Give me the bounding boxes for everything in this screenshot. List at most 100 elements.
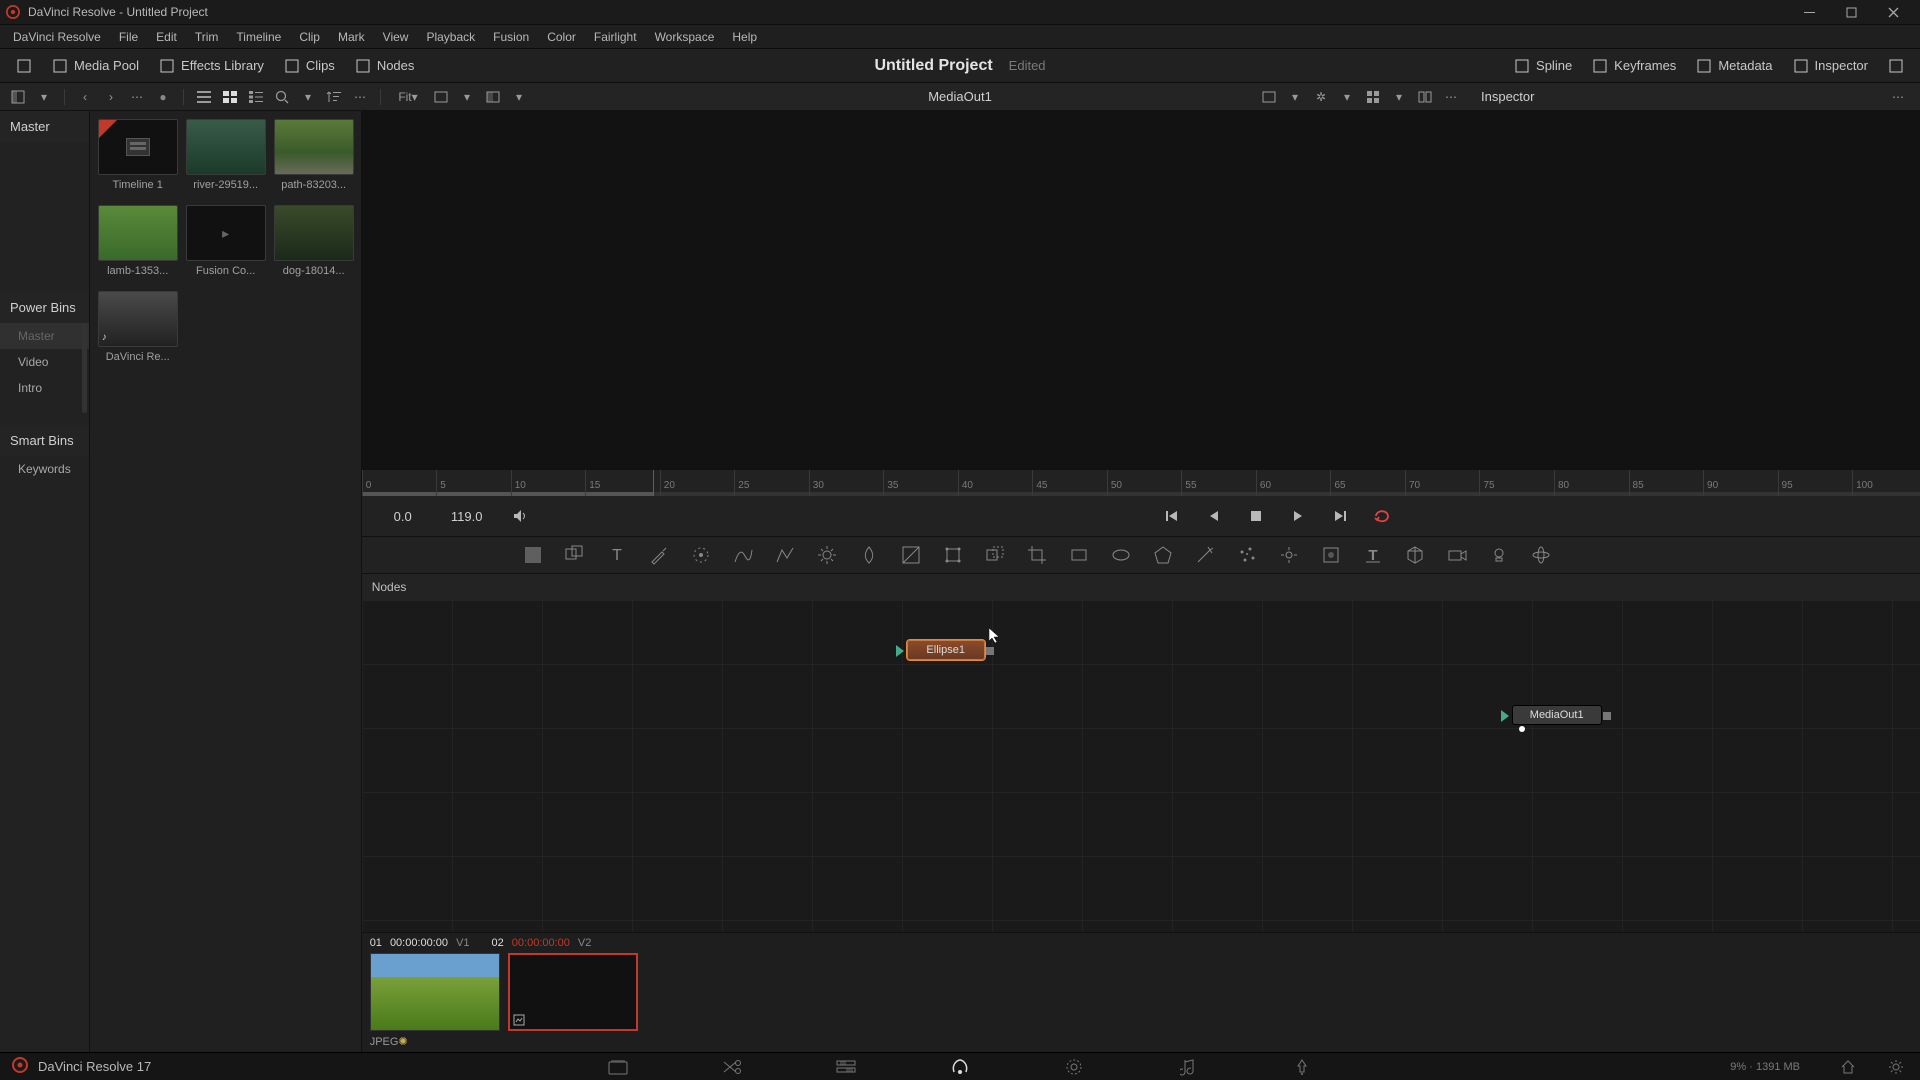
media-item[interactable]: dog-18014...: [274, 205, 354, 283]
media-item[interactable]: lamb-1353...: [98, 205, 178, 283]
menu-davinci-resolve[interactable]: DaVinci Resolve: [4, 25, 110, 49]
media-thumb[interactable]: [186, 119, 266, 175]
metadata-tab[interactable]: Metadata: [1686, 49, 1782, 83]
tool-blur-icon[interactable]: [858, 544, 880, 566]
search-icon[interactable]: [272, 87, 292, 107]
tool-colorcorrect-icon[interactable]: [900, 544, 922, 566]
tool-camera3d-icon[interactable]: [1446, 544, 1468, 566]
tool-polyline-icon[interactable]: [774, 544, 796, 566]
page-tab-media[interactable]: [606, 1055, 630, 1079]
tool-polygon-icon[interactable]: [1152, 544, 1174, 566]
range-in-value[interactable]: 0.0: [380, 509, 426, 524]
window-maximize-button[interactable]: [1830, 0, 1872, 25]
page-tab-color[interactable]: [1062, 1055, 1086, 1079]
spline-tab[interactable]: Spline: [1504, 49, 1582, 83]
bin-item[interactable]: Intro: [0, 375, 89, 401]
home-icon[interactable]: [1836, 1055, 1860, 1079]
panel-layout-icon[interactable]: [8, 87, 28, 107]
filter-caret-icon[interactable]: ▾: [298, 87, 318, 107]
media-thumb[interactable]: [98, 205, 178, 261]
nodes-tab[interactable]: Nodes: [345, 49, 425, 83]
viewer-split-icon[interactable]: [1415, 87, 1435, 107]
view-grid-icon[interactable]: [220, 87, 240, 107]
play-icon[interactable]: [1286, 504, 1310, 528]
tool-merge-icon[interactable]: [564, 544, 586, 566]
fit-dropdown[interactable]: Fit▾: [391, 87, 425, 107]
menu-color[interactable]: Color: [538, 25, 585, 49]
layout-b-caret[interactable]: ▾: [509, 87, 529, 107]
keyframes-tab[interactable]: Keyframes: [1582, 49, 1686, 83]
nav-forward-button[interactable]: ›: [101, 87, 121, 107]
tool-renderer3d-icon[interactable]: [1530, 544, 1552, 566]
page-tab-edit[interactable]: [834, 1055, 858, 1079]
tool-text3d-icon[interactable]: T: [1362, 544, 1384, 566]
expand-icon-tab[interactable]: [1878, 49, 1914, 83]
timeline-ruler[interactable]: 0510152025303540455055606570758085909510…: [362, 470, 1920, 496]
goto-end-icon[interactable]: [1328, 504, 1352, 528]
window-close-button[interactable]: [1872, 0, 1914, 25]
viewer-gear-icon[interactable]: ✲: [1311, 87, 1331, 107]
more-dots-icon[interactable]: ⋯: [350, 87, 370, 107]
page-tab-fusion[interactable]: [948, 1055, 972, 1079]
media-item[interactable]: ♪DaVinci Re...: [98, 291, 178, 369]
monitor-icon-tab[interactable]: [6, 49, 42, 83]
inspector-tab[interactable]: Inspector: [1783, 49, 1878, 83]
media-thumb[interactable]: ♪: [98, 291, 178, 347]
tool-ellipse-icon[interactable]: [1110, 544, 1132, 566]
tool-tracker-icon[interactable]: [690, 544, 712, 566]
viewer-opts-a-caret[interactable]: ▾: [1285, 87, 1305, 107]
tool-shape3d-icon[interactable]: [1404, 544, 1426, 566]
node-ellipse[interactable]: Ellipse1: [907, 640, 985, 660]
tool-text-icon[interactable]: T: [606, 544, 628, 566]
viewer-opts-a-icon[interactable]: [1259, 87, 1279, 107]
page-tab-cut[interactable]: [720, 1055, 744, 1079]
view-list-icon[interactable]: [194, 87, 214, 107]
node-graph-canvas[interactable]: Ellipse1 MediaOut1: [362, 600, 1920, 932]
media-thumb[interactable]: ▸: [186, 205, 266, 261]
page-tab-deliver[interactable]: [1290, 1055, 1314, 1079]
viewer-more-icon[interactable]: ⋯: [1441, 87, 1461, 107]
smart-bins-header[interactable]: Smart Bins: [0, 425, 89, 456]
menu-workspace[interactable]: Workspace: [646, 25, 724, 49]
media-item[interactable]: Timeline 1: [98, 119, 178, 197]
menu-playback[interactable]: Playback: [417, 25, 484, 49]
bin-item[interactable]: Keywords: [0, 456, 89, 482]
record-dot-icon[interactable]: ●: [153, 87, 173, 107]
menu-fusion[interactable]: Fusion: [484, 25, 538, 49]
viewer-grid-icon[interactable]: [1363, 87, 1383, 107]
tool-crop-icon[interactable]: [1026, 544, 1048, 566]
tool-brightness-icon[interactable]: [816, 544, 838, 566]
tool-rectangle-icon[interactable]: [1068, 544, 1090, 566]
tool-particles-icon[interactable]: [1236, 544, 1258, 566]
playhead[interactable]: [653, 470, 654, 496]
menu-edit[interactable]: Edit: [147, 25, 186, 49]
window-minimize-button[interactable]: [1788, 0, 1830, 25]
tool-background-icon[interactable]: [522, 544, 544, 566]
node-input-port[interactable]: [896, 645, 904, 657]
tool-light3d-icon[interactable]: [1488, 544, 1510, 566]
tool-transform-icon[interactable]: [942, 544, 964, 566]
nav-back-button[interactable]: ‹: [75, 87, 95, 107]
viewer-grid-caret[interactable]: ▾: [1389, 87, 1409, 107]
viewer-gear-caret[interactable]: ▾: [1337, 87, 1357, 107]
tool-resize-icon[interactable]: [984, 544, 1006, 566]
effects-library-tab[interactable]: Effects Library: [149, 49, 274, 83]
clips-tab[interactable]: Clips: [274, 49, 345, 83]
menu-clip[interactable]: Clip: [290, 25, 329, 49]
node-view-dot[interactable]: [1519, 726, 1525, 732]
loop-icon[interactable]: [1370, 504, 1394, 528]
node-output-port[interactable]: [986, 647, 994, 655]
tool-wand-icon[interactable]: [1194, 544, 1216, 566]
clip-thumb[interactable]: [508, 953, 638, 1031]
tool-prender-icon[interactable]: [1320, 544, 1342, 566]
bin-item[interactable]: Master: [0, 323, 89, 349]
sort-icon[interactable]: [324, 87, 344, 107]
media-item[interactable]: river-29519...: [186, 119, 266, 197]
menu-mark[interactable]: Mark: [329, 25, 374, 49]
tool-bspline-icon[interactable]: [732, 544, 754, 566]
goto-start-icon[interactable]: [1160, 504, 1184, 528]
layout-b-icon[interactable]: [483, 87, 503, 107]
clip-thumb[interactable]: [370, 953, 500, 1031]
node-output-port[interactable]: [1603, 712, 1611, 720]
layout-a-icon[interactable]: [431, 87, 451, 107]
